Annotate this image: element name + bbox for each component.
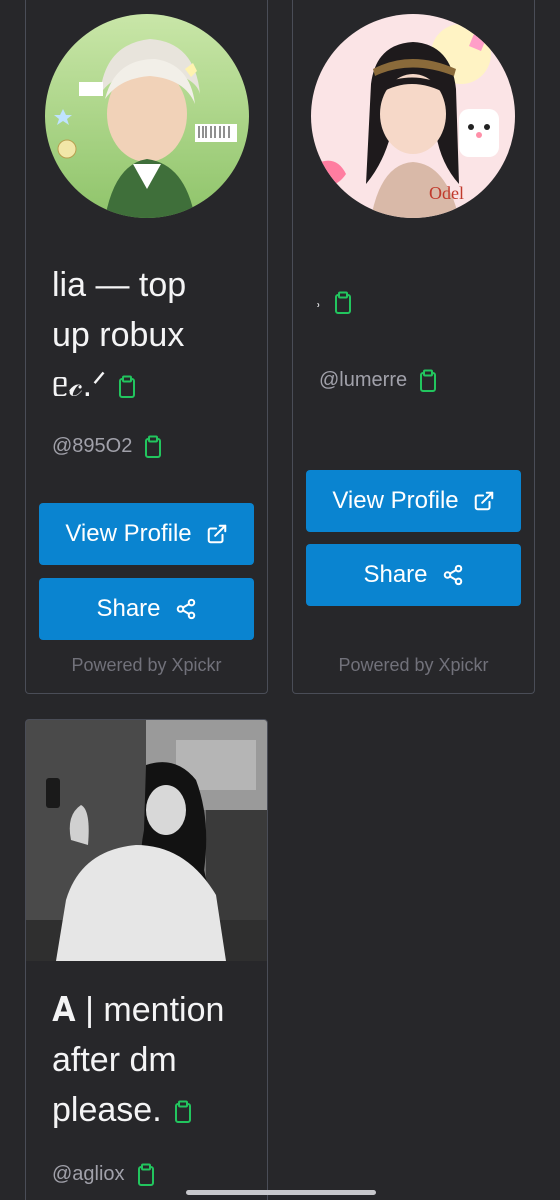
profile-cover-photo[interactable] (26, 720, 267, 961)
svg-text:Odel: Odel (429, 183, 464, 203)
avatar-image: Odel (311, 14, 515, 218)
share-label: Share (96, 595, 161, 622)
external-link-icon (206, 523, 228, 545)
profile-handle-row: @lumerre (319, 366, 437, 394)
profile-name-line: up robux (52, 316, 185, 354)
powered-by-text: Powered by Xpickr (338, 655, 489, 675)
profile-grid: lia — top up robux ᥱ𝒸.ᐟ @895O2 View Prof… (0, 0, 560, 1200)
avatar-image (45, 14, 249, 218)
profile-name-line: after dm (52, 1041, 177, 1079)
profile-name-line: please. (52, 1091, 162, 1129)
view-profile-label: View Profile (332, 487, 459, 514)
profile-avatar[interactable]: Odel (311, 14, 515, 218)
copy-handle-clipboard-icon[interactable] (144, 435, 162, 459)
copy-name-clipboard-icon[interactable] (334, 291, 352, 315)
profile-name-line: 𝐀 | mention (52, 991, 225, 1029)
profile-handle: @agliox (52, 1163, 125, 1185)
view-profile-button[interactable]: View Profile (306, 470, 521, 532)
profile-name: 𝐀 | mention after dm please. (52, 985, 267, 1135)
share-button[interactable]: Share (39, 578, 254, 640)
profile-name-line: ˒ (315, 291, 322, 313)
profile-name: ˒ (315, 290, 515, 315)
profile-card: Odel ˒ @lumerre View Profile Share Power… (292, 0, 535, 694)
profile-handle-row: @agliox (52, 1160, 155, 1188)
copy-handle-clipboard-icon[interactable] (137, 1163, 155, 1187)
copy-name-clipboard-icon[interactable] (174, 1100, 192, 1124)
profile-avatar[interactable] (45, 14, 249, 218)
profile-card: 𝐀 | mention after dm please. @agliox (25, 719, 268, 1200)
cover-image (26, 720, 267, 961)
profile-name: lia — top up robux ᥱ𝒸.ᐟ (52, 260, 252, 410)
profile-handle-row: @895O2 (52, 432, 162, 460)
view-profile-label: View Profile (65, 520, 192, 547)
copy-name-clipboard-icon[interactable] (118, 375, 136, 399)
share-label: Share (363, 561, 428, 588)
powered-by-text: Powered by Xpickr (71, 655, 222, 675)
copy-handle-clipboard-icon[interactable] (419, 369, 437, 393)
share-button[interactable]: Share (306, 544, 521, 606)
profile-name-line: ᥱ𝒸.ᐟ (52, 366, 107, 404)
home-indicator[interactable] (186, 1190, 376, 1195)
share-icon (175, 598, 197, 620)
profile-handle: @lumerre (319, 369, 408, 391)
view-profile-button[interactable]: View Profile (39, 503, 254, 565)
profile-card: lia — top up robux ᥱ𝒸.ᐟ @895O2 View Prof… (25, 0, 268, 694)
profile-handle: @895O2 (52, 435, 133, 457)
external-link-icon (473, 490, 495, 512)
profile-name-line: lia — top (52, 266, 187, 304)
share-icon (442, 564, 464, 586)
